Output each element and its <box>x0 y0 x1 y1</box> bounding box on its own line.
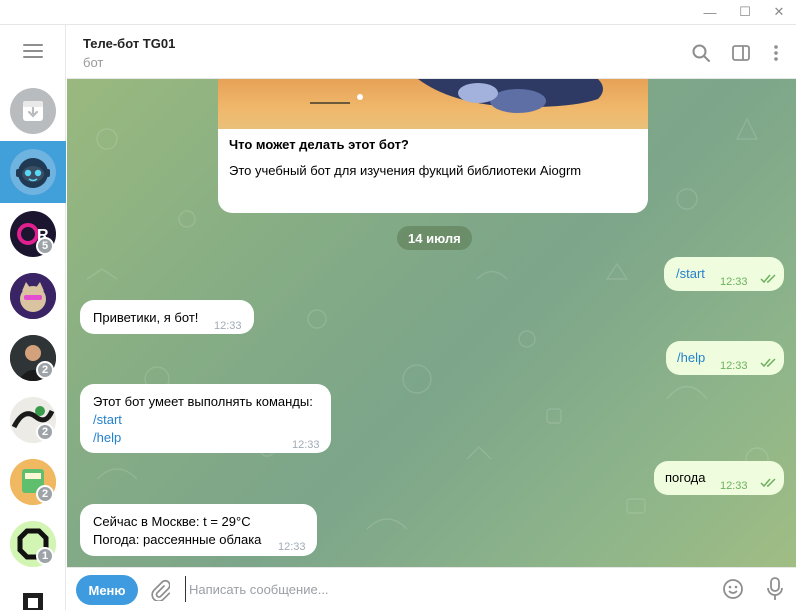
message-text[interactable]: /help <box>677 349 705 367</box>
message-time: 12:33 <box>720 276 748 288</box>
chat-avatar-8[interactable] <box>10 585 56 610</box>
bot-card-image <box>218 79 648 129</box>
message-incoming[interactable]: Сейчас в Москве: t = 29°C Погода: рассея… <box>80 504 317 556</box>
message-incoming[interactable]: Приветики, я бот! 12:33 <box>80 300 254 334</box>
robot-avatar-icon <box>10 149 56 195</box>
chat-list-sidebar: R 5 2 2 2 1 <box>0 25 66 610</box>
robot-illustration <box>310 79 603 113</box>
search-icon[interactable] <box>691 43 711 63</box>
chat-header: Теле-бот TG01 бот <box>67 25 796 79</box>
unread-badge: 2 <box>36 485 54 503</box>
message-text: Приветики, я бот! <box>93 310 199 325</box>
bot-info-card: Что может делать этот бот? Это учебный б… <box>218 79 648 213</box>
message-incoming[interactable]: Этот бот умеет выполнять команды: /start… <box>80 384 331 453</box>
message-line: Погода: рассеянные облака <box>93 532 262 547</box>
bot-menu-button[interactable]: Меню <box>76 575 138 605</box>
unread-badge: 2 <box>36 423 54 441</box>
message-time: 12:33 <box>278 541 306 553</box>
chat-status: бот <box>83 55 104 70</box>
message-composer: Меню <box>67 567 796 610</box>
archive-icon <box>23 101 43 121</box>
microphone-icon[interactable] <box>767 577 783 601</box>
minimize-button[interactable]: — <box>702 4 718 20</box>
double-check-icon <box>760 358 776 368</box>
message-line: Этот бот умеет выполнять команды: <box>93 394 313 409</box>
message-outgoing[interactable]: /start 12:33 <box>664 257 784 291</box>
message-outgoing[interactable]: /help 12:33 <box>666 341 784 375</box>
date-separator: 14 июля <box>397 226 472 250</box>
message-text: погода <box>665 470 706 485</box>
unread-badge: 2 <box>36 361 54 379</box>
message-outgoing[interactable]: погода 12:33 <box>654 461 784 495</box>
sidebar-toggle-icon[interactable] <box>731 43 751 63</box>
maximize-button[interactable]: ☐ <box>737 4 753 20</box>
message-time: 12:33 <box>214 320 242 332</box>
unread-badge: 5 <box>36 237 54 255</box>
double-check-icon <box>760 274 776 284</box>
close-button[interactable]: ✕ <box>771 4 787 20</box>
messages-area[interactable]: Что может делать этот бот? Это учебный б… <box>67 79 796 567</box>
chat-title[interactable]: Теле-бот TG01 <box>83 36 175 51</box>
double-check-icon <box>760 478 776 488</box>
unread-badge: 1 <box>36 547 54 565</box>
message-time: 12:33 <box>720 360 748 372</box>
archive-chat[interactable] <box>10 88 56 134</box>
message-input[interactable] <box>185 576 705 602</box>
window-titlebar: — ☐ ✕ <box>0 0 796 25</box>
emoji-icon[interactable] <box>722 578 744 600</box>
bot-card-text: Это учебный бот для изучения фукций библ… <box>229 163 582 178</box>
hamburger-icon[interactable] <box>23 44 43 58</box>
message-time: 12:33 <box>720 480 748 492</box>
cat-avatar-icon <box>10 273 56 319</box>
bot-card-title: Что может делать этот бот? <box>229 137 409 152</box>
command-link-help[interactable]: /help <box>93 429 121 447</box>
chat-avatar-tele-bot[interactable] <box>10 149 56 195</box>
command-link-start[interactable]: /start <box>93 411 122 429</box>
message-text[interactable]: /start <box>676 265 705 283</box>
more-icon[interactable] <box>766 43 786 63</box>
square-logo-icon <box>23 593 43 610</box>
message-line: Сейчас в Москве: t = 29°C <box>93 514 251 529</box>
message-time: 12:33 <box>292 439 320 451</box>
attach-icon[interactable] <box>150 579 170 601</box>
chat-avatar-3[interactable] <box>10 273 56 319</box>
